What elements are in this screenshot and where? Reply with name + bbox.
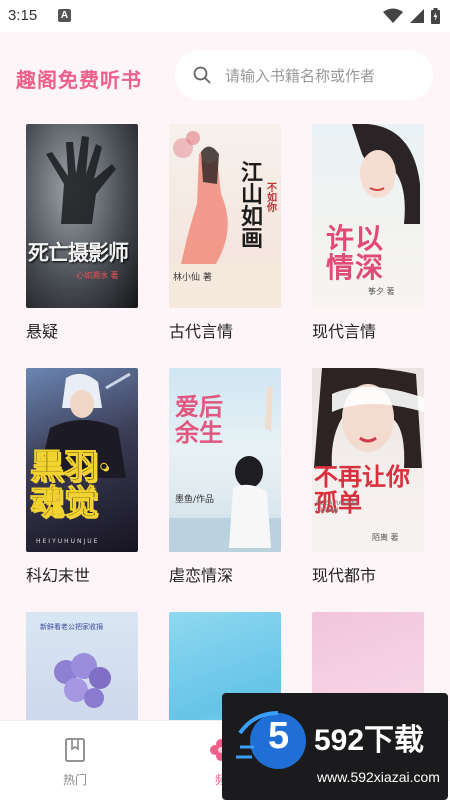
tab-hot-label: 热门 <box>62 773 87 787</box>
watermark-brand: 592下载 <box>314 724 425 757</box>
status-icons <box>383 7 440 25</box>
book-card-scifi[interactable]: 黑羽·魂觉 百魅 著 HEIYUHUNJUE 科幻末世 <box>26 368 138 586</box>
book-card-ancient-romance[interactable]: 江山如画 不如你 林小仙 著 古代言情 <box>169 124 281 342</box>
cover-subtitle: HEIYUHUNJUE <box>36 538 100 545</box>
book-cover[interactable]: 死亡摄影师 心如溯水 著 <box>26 124 138 308</box>
book-card-angst-romance[interactable]: 爱后余生 墨鱼/作品 虐恋情深 <box>169 368 281 586</box>
watermark-url: www.592xiazai.com <box>317 769 440 785</box>
cover-subtitle: 新鲜看老公把家收捐 <box>40 623 103 631</box>
book-card-modern-romance[interactable]: 许以情深 筝夕 著 现代言情 <box>312 124 424 342</box>
status-bar: 3:15 A <box>0 0 450 32</box>
search-input[interactable]: 请输入书籍名称或作者 <box>175 50 433 100</box>
cover-author: 林小仙 著 <box>173 273 212 283</box>
genre-label: 古代言情 <box>169 322 234 341</box>
header: 趣阁免费听书 请输入书籍名称或作者 <box>0 32 450 116</box>
cover-author: 心如溯水 著 <box>76 271 119 280</box>
cover-subtitle: BUZAIRANGNI GUDAN <box>316 500 358 514</box>
book-cover[interactable]: 新鲜看老公把家收捐 <box>26 612 138 720</box>
search-icon <box>193 66 211 84</box>
status-time: 3:15 <box>8 7 38 24</box>
notification-icon: A <box>58 9 71 22</box>
book-card-urban[interactable]: 不再让你孤单 BUZAIRANGNI GUDAN 陌离 著 现代都市 <box>312 368 424 586</box>
wifi-icon <box>383 8 403 23</box>
search-placeholder: 请输入书籍名称或作者 <box>225 66 376 85</box>
cover-author: 墨鱼/作品 <box>175 495 215 505</box>
cover-author: 百魅 著 <box>36 495 63 504</box>
genre-label: 现代都市 <box>312 566 377 585</box>
cover-title: 死亡摄影师 <box>28 240 129 265</box>
book-grid: 死亡摄影师 心如溯水 著 悬疑 江山如画 不如你 林小仙 著 古代言情 许以情深… <box>0 116 450 720</box>
genre-label: 现代言情 <box>312 322 377 341</box>
book-cover[interactable]: 不再让你孤单 BUZAIRANGNI GUDAN 陌离 著 <box>312 368 424 552</box>
cover-author: 筝夕 著 <box>368 287 395 296</box>
watermark-overlay: 5 592下载 www.592xiazai.com <box>222 693 448 800</box>
cover-author: 陌离 著 <box>372 533 399 542</box>
book-card-suspense[interactable]: 死亡摄影师 心如溯水 著 悬疑 <box>26 124 138 342</box>
app-title: 趣阁免费听书 <box>16 68 142 92</box>
bookmark-icon <box>65 738 85 762</box>
watermark-logo-digit: 5 <box>268 715 290 757</box>
book-cover[interactable]: 许以情深 筝夕 著 <box>312 124 424 308</box>
hand-illustration <box>46 136 116 224</box>
book-card-row3-1[interactable]: 新鲜看老公把家收捐 <box>26 612 138 720</box>
tab-hot[interactable]: 热门 <box>30 721 120 800</box>
genre-label: 虐恋情深 <box>169 566 234 585</box>
cover-title: 许以情深 <box>326 222 385 285</box>
cover-title: 江山如画 <box>241 160 264 252</box>
cover-title: 爱后余生 <box>175 392 223 448</box>
battery-icon <box>431 8 440 24</box>
cover-subtitle: 不如你 <box>267 183 277 214</box>
genre-label: 科幻末世 <box>26 566 91 585</box>
signal-icon <box>410 9 424 23</box>
cover-title: 黑羽·魂觉 <box>30 447 111 523</box>
book-cover[interactable]: 江山如画 不如你 林小仙 著 <box>169 124 281 308</box>
book-cover[interactable]: 黑羽·魂觉 百魅 著 HEIYUHUNJUE <box>26 368 138 552</box>
genre-label: 悬疑 <box>26 322 59 341</box>
book-cover[interactable]: 爱后余生 墨鱼/作品 <box>169 368 281 552</box>
